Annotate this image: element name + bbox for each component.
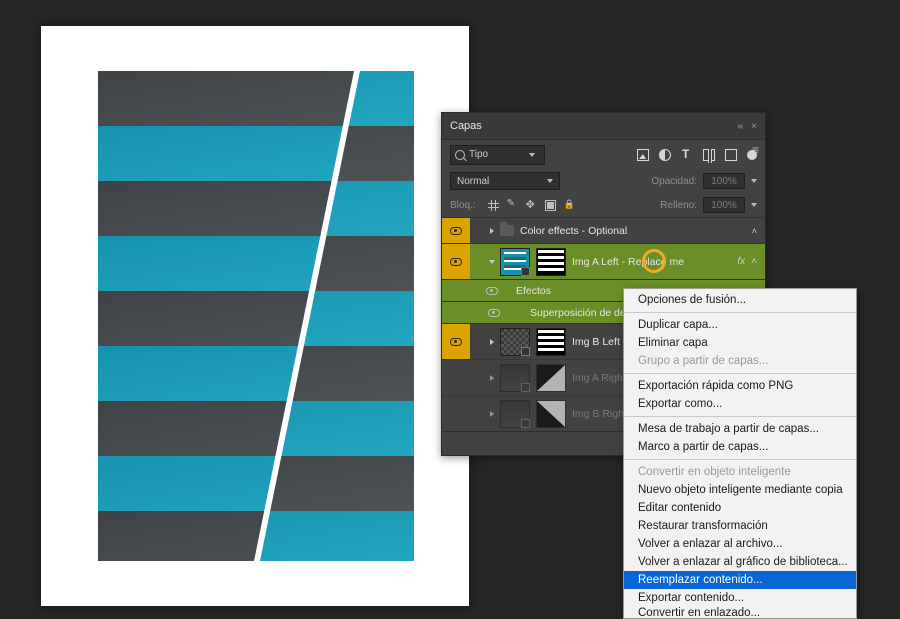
menu-convert-smart-object[interactable]: Convertir en objeto inteligente — [624, 463, 856, 481]
menu-frame-from-layers[interactable]: Marco a partir de capas... — [624, 438, 856, 456]
panel-title[interactable]: Capas — [450, 120, 482, 132]
layer-label[interactable]: Img A Left - Replace me — [572, 256, 684, 268]
layer-thumbnail[interactable] — [500, 248, 530, 276]
menu-relink-file[interactable]: Volver a enlazar al archivo... — [624, 535, 856, 553]
search-icon — [455, 150, 465, 160]
layer-thumbnail[interactable] — [500, 400, 530, 428]
lock-label: Bloq.: — [450, 200, 476, 211]
disclosure-triangle-icon[interactable] — [489, 260, 495, 264]
layer-label[interactable]: Img B Right — [572, 408, 627, 420]
filter-shape-icon[interactable] — [703, 149, 715, 161]
visibility-icon[interactable] — [450, 227, 462, 235]
chevron-down-icon — [529, 153, 535, 157]
menu-artboard-from-layers[interactable]: Mesa de trabajo a partir de capas... — [624, 420, 856, 438]
menu-export-contents[interactable]: Exportar contenido... — [624, 589, 856, 607]
panel-close-icon[interactable]: × — [751, 121, 757, 132]
opacity-value[interactable]: 100% — [703, 173, 745, 189]
menu-blend-options[interactable]: Opciones de fusión... — [624, 291, 856, 309]
visibility-icon[interactable] — [450, 338, 462, 346]
layer-label: Color effects - Optional — [520, 225, 627, 237]
filter-adjust-icon[interactable] — [659, 149, 671, 161]
filter-type-icon[interactable] — [681, 149, 693, 161]
menu-separator — [624, 373, 856, 374]
fill-label: Relleno: — [660, 200, 697, 211]
filter-icons — [637, 149, 757, 161]
menu-delete-layer[interactable]: Eliminar capa — [624, 334, 856, 352]
chevron-down-icon — [547, 179, 553, 183]
lock-pixels-icon[interactable] — [507, 200, 518, 211]
disclosure-triangle-icon[interactable] — [490, 228, 494, 234]
visibility-icon[interactable] — [486, 287, 498, 295]
opacity-label: Opacidad: — [651, 176, 697, 187]
filter-smart-icon[interactable] — [725, 149, 737, 161]
menu-reset-transform[interactable]: Restaurar transformación — [624, 517, 856, 535]
layer-mask-thumbnail[interactable] — [536, 364, 566, 392]
disclosure-triangle-icon[interactable] — [490, 411, 494, 417]
menu-new-smart-object-copy[interactable]: Nuevo objeto inteligente mediante copia — [624, 481, 856, 499]
layer-group-color-effects[interactable]: Color effects - Optional ˄ — [442, 217, 765, 243]
menu-separator — [624, 459, 856, 460]
chevron-down-icon[interactable] — [751, 179, 757, 183]
menu-convert-linked[interactable]: Convertir en enlazado... — [624, 607, 856, 618]
fx-badge[interactable]: fx — [737, 256, 745, 267]
canvas-artboard — [41, 26, 469, 606]
expand-up-icon[interactable]: ˄ — [751, 256, 757, 267]
panel-filter-bar — [442, 139, 765, 169]
lock-transparency-icon[interactable] — [488, 200, 499, 211]
lock-artboard-icon[interactable] — [545, 200, 556, 211]
layer-context-menu: Opciones de fusión... Duplicar capa... E… — [623, 288, 857, 619]
visibility-icon[interactable] — [450, 258, 462, 266]
layer-thumbnail[interactable] — [500, 328, 530, 356]
layer-mask-thumbnail[interactable] — [536, 328, 566, 356]
menu-relink-library[interactable]: Volver a enlazar al gráfico de bibliotec… — [624, 553, 856, 571]
menu-quick-export-png[interactable]: Exportación rápida como PNG — [624, 377, 856, 395]
lock-position-icon[interactable] — [526, 200, 537, 211]
menu-separator — [624, 416, 856, 417]
disclosure-triangle-icon[interactable] — [490, 375, 494, 381]
menu-separator — [624, 312, 856, 313]
menu-edit-contents[interactable]: Editar contenido — [624, 499, 856, 517]
panel-header: Capas « × — [442, 113, 765, 139]
chevron-down-icon[interactable] — [751, 203, 757, 207]
expand-up-icon[interactable]: ˄ — [752, 226, 757, 236]
filter-pixel-icon[interactable] — [637, 149, 649, 161]
layer-mask-thumbnail[interactable] — [536, 248, 566, 276]
layer-label[interactable]: Img A Right — [572, 372, 626, 384]
layer-filter-input[interactable] — [469, 149, 525, 160]
artwork-preview — [98, 71, 414, 561]
lock-all-icon[interactable] — [564, 200, 575, 211]
filter-toggle-icon[interactable] — [747, 150, 757, 160]
blend-opacity-row: Normal Opacidad: 100% — [442, 169, 765, 193]
menu-export-as[interactable]: Exportar como... — [624, 395, 856, 413]
layer-thumbnail[interactable] — [500, 364, 530, 392]
menu-replace-contents[interactable]: Reemplazar contenido... — [624, 571, 856, 589]
lock-fill-row: Bloq.: Relleno: 100% — [442, 193, 765, 217]
blend-mode-select[interactable]: Normal — [450, 172, 560, 190]
layer-filter-select[interactable] — [450, 145, 545, 165]
menu-group-from-layers[interactable]: Grupo a partir de capas... — [624, 352, 856, 370]
visibility-icon[interactable] — [488, 309, 500, 317]
layer-img-a-left[interactable]: Img A Left - Replace me fx ˄ — [442, 243, 765, 279]
disclosure-triangle-icon[interactable] — [490, 339, 494, 345]
folder-icon — [500, 225, 514, 236]
layer-mask-thumbnail[interactable] — [536, 400, 566, 428]
layer-label: Superposición de deg — [530, 307, 632, 319]
menu-duplicate-layer[interactable]: Duplicar capa... — [624, 316, 856, 334]
panel-collapse-icon[interactable]: « — [738, 121, 744, 132]
layer-label: Efectos — [516, 285, 551, 297]
fill-value[interactable]: 100% — [703, 197, 745, 213]
blend-mode-value: Normal — [457, 176, 489, 187]
